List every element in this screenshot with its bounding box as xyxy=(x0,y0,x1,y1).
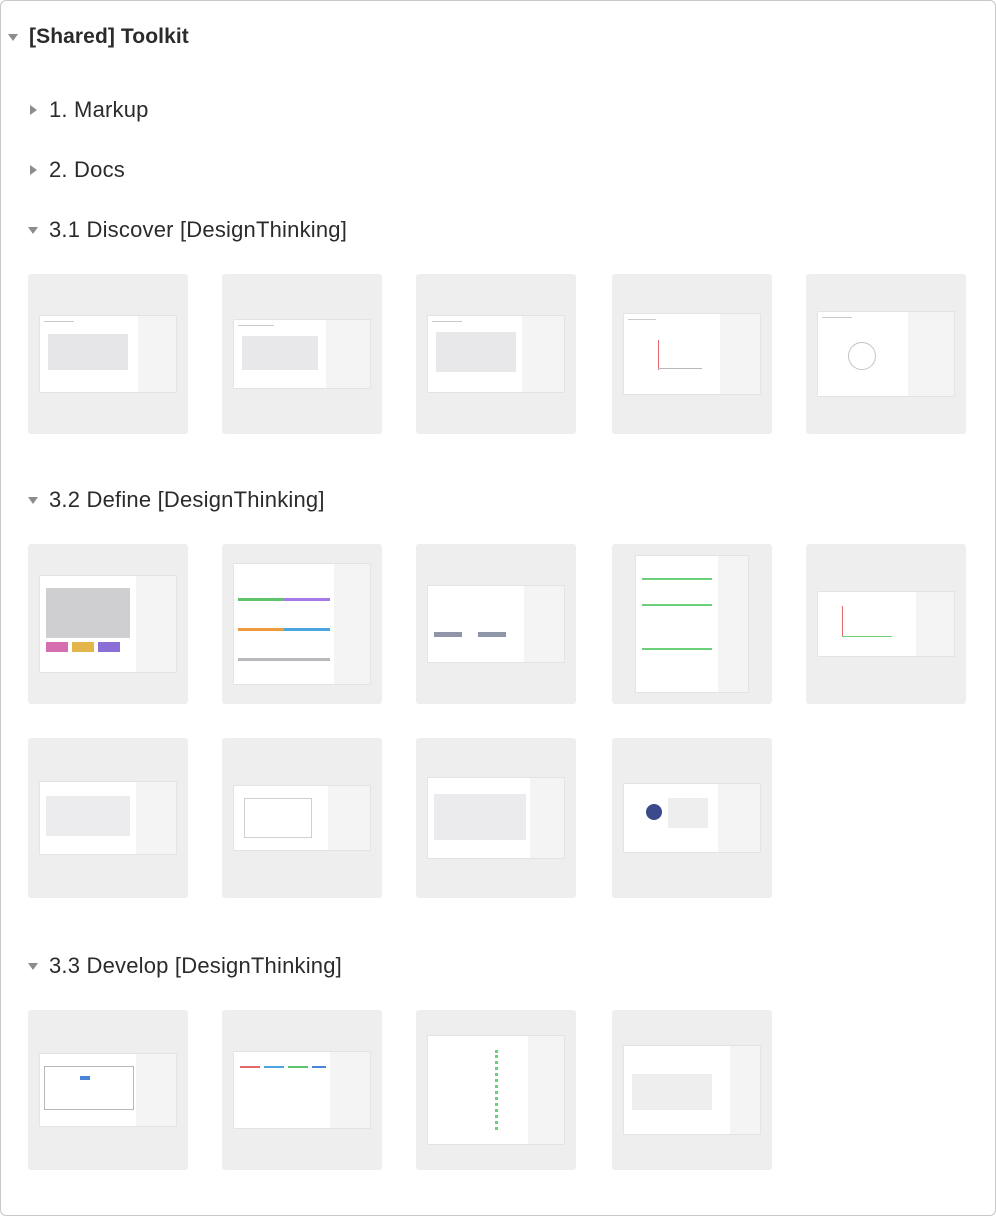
triangle-right-icon[interactable] xyxy=(27,164,39,176)
page-thumbnail[interactable] xyxy=(612,1010,772,1170)
page-thumbnail[interactable] xyxy=(612,274,772,434)
page-thumbnail[interactable] xyxy=(612,738,772,898)
section-discover-row[interactable]: 3.1 Discover [DesignThinking] xyxy=(27,217,347,243)
section-define-label: 3.2 Define [DesignThinking] xyxy=(49,487,325,512)
triangle-down-icon[interactable] xyxy=(27,494,39,506)
page-thumbnail[interactable] xyxy=(416,1010,576,1170)
triangle-down-icon[interactable] xyxy=(27,960,39,972)
page-thumbnail[interactable] xyxy=(28,738,188,898)
section-develop-label: 3.3 Develop [DesignThinking] xyxy=(49,953,342,978)
triangle-down-icon[interactable] xyxy=(7,31,19,43)
section-markup-label: 1. Markup xyxy=(49,97,149,122)
page-thumbnail[interactable] xyxy=(28,274,188,434)
page-thumbnail[interactable] xyxy=(612,544,772,704)
page-thumbnail[interactable] xyxy=(222,1010,382,1170)
page-thumbnail[interactable] xyxy=(806,544,966,704)
triangle-down-icon[interactable] xyxy=(27,224,39,236)
toolkit-panel: [Shared] Toolkit 1. Markup 2. Docs 3.1 D… xyxy=(0,0,996,1216)
page-thumbnail[interactable] xyxy=(806,274,966,434)
page-thumbnail[interactable] xyxy=(222,738,382,898)
section-define-row[interactable]: 3.2 Define [DesignThinking] xyxy=(27,487,325,513)
page-thumbnail[interactable] xyxy=(222,274,382,434)
triangle-right-icon[interactable] xyxy=(27,104,39,116)
page-thumbnail[interactable] xyxy=(28,544,188,704)
root-folder-label: [Shared] Toolkit xyxy=(29,25,189,48)
root-folder-row[interactable]: [Shared] Toolkit xyxy=(7,25,189,49)
page-thumbnail[interactable] xyxy=(222,544,382,704)
page-thumbnail[interactable] xyxy=(416,544,576,704)
section-discover-label: 3.1 Discover [DesignThinking] xyxy=(49,217,348,242)
page-thumbnail[interactable] xyxy=(28,1010,188,1170)
section-develop-row[interactable]: 3.3 Develop [DesignThinking] xyxy=(27,953,342,979)
page-thumbnail[interactable] xyxy=(416,274,576,434)
section-docs-label: 2. Docs xyxy=(49,157,125,182)
section-markup-row[interactable]: 1. Markup xyxy=(27,97,149,123)
page-thumbnail[interactable] xyxy=(416,738,576,898)
section-docs-row[interactable]: 2. Docs xyxy=(27,157,125,183)
